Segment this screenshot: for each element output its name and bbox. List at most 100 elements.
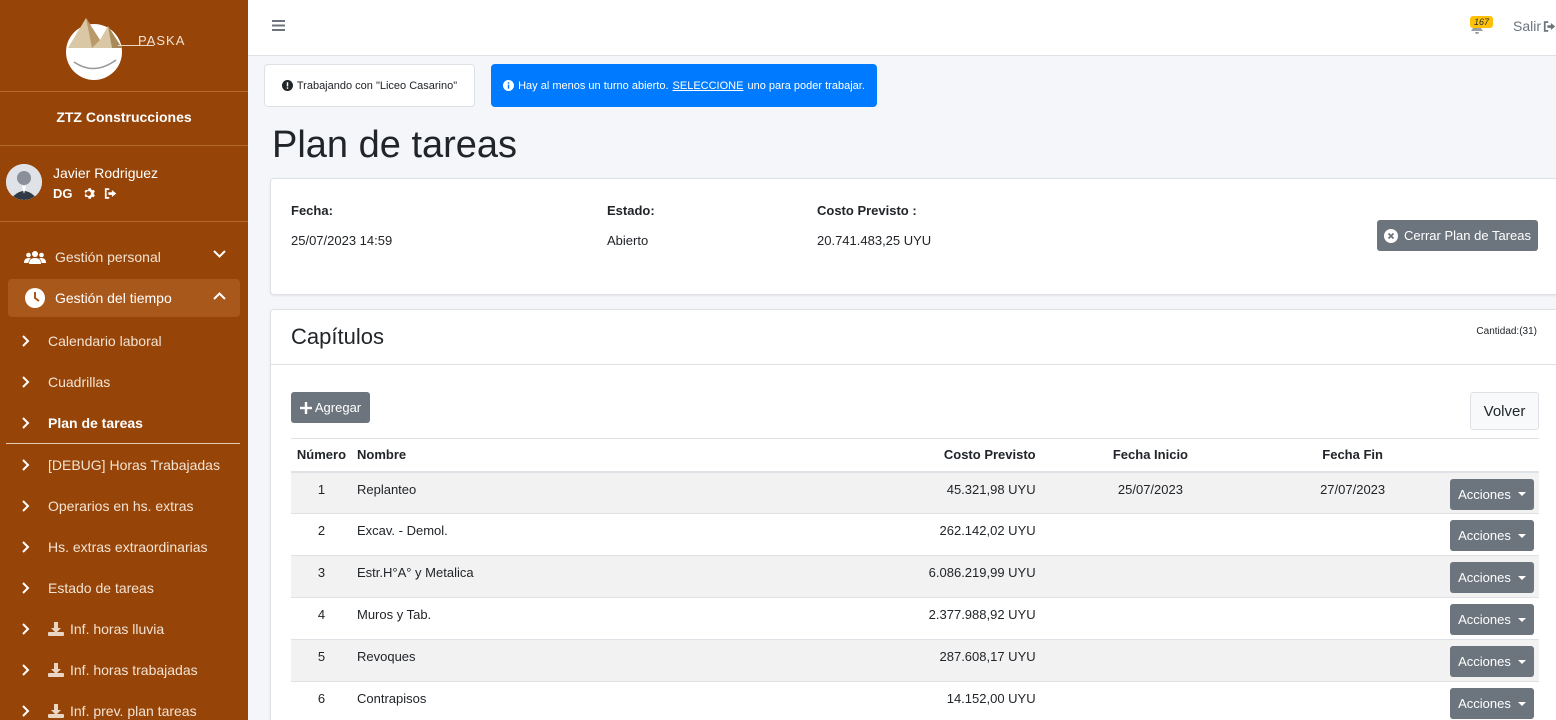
plus-icon [299,401,312,414]
sidebar-subitem-plan-tareas[interactable]: Plan de tareas [0,402,248,443]
sign-out-icon[interactable] [104,187,118,200]
actions-label: Acciones [1458,654,1511,669]
cell-cost: 6.086.219,99 UYU [811,555,1041,598]
caret-down-icon [1517,701,1526,706]
cell-cost: 2.377.988,92 UYU [811,597,1041,640]
gear-icon[interactable] [82,187,95,200]
company-name: ZTZ Construcciones [0,92,248,146]
col-acciones [1445,438,1539,473]
sidebar-subitem-operarios-extras[interactable]: Operarios en hs. extras [0,485,248,526]
col-numero[interactable]: Número [291,438,352,473]
cell-num: 2 [291,513,352,556]
cell-start: 25/07/2023 [1040,471,1261,514]
caret-down-icon [1517,659,1526,664]
users-icon [24,250,46,264]
notification-badge[interactable]: 167 [1470,16,1494,28]
sidebar-subitem-label: Calendario laboral [48,332,162,349]
topbar: 167 Salir [248,0,1556,56]
chevron-right-icon [22,581,34,594]
open-shift-alert: Hay al menos un turno abierto. SELECCION… [491,64,877,107]
fecha-field: Fecha: 25/07/2023 14:59 [291,203,392,248]
cell-cost: 14.152,00 UYU [811,681,1041,720]
sidebar-nav: Gestión personal Gestión del tiempo [0,238,248,317]
cell-name: Contrapisos [351,681,811,720]
col-fecha-inicio[interactable]: Fecha Inicio [1040,438,1261,473]
table-header-row: Número Nombre Costo Previsto Fecha Inici… [291,438,1539,473]
actions-label: Acciones [1458,696,1511,711]
cell-actions: Acciones [1445,681,1539,720]
cell-end [1260,555,1445,598]
actions-dropdown-button[interactable]: Acciones [1450,604,1534,635]
cell-start [1040,513,1261,556]
times-circle-icon [1384,228,1399,243]
brand[interactable]: PASKA [0,0,248,92]
info-circle-icon [503,80,515,91]
table-row: 4 Muros y Tab. 2.377.988,92 UYU Acciones [291,597,1539,640]
estado-label: Estado: [607,203,655,218]
caret-down-icon [1517,575,1526,580]
cell-end [1260,597,1445,640]
close-plan-button[interactable]: Cerrar Plan de Tareas [1377,220,1538,251]
table-row: 1 Replanteo 45.321,98 UYU 25/07/2023 27/… [291,471,1539,514]
costo-field: Costo Previsto : 20.741.483,25 UYU [817,203,931,248]
cell-num: 6 [291,681,352,720]
avatar[interactable] [6,164,42,200]
sidebar-subitem-inf-lluvia[interactable]: Inf. horas lluvia [0,608,248,649]
chapters-count: Cantidad:(31) [1476,326,1537,337]
cell-num: 5 [291,639,352,682]
user-panel: Javier Rodriguez DG [0,146,248,222]
cell-cost: 287.608,17 UYU [811,639,1041,682]
sidebar-subitem-debug-horas[interactable]: [DEBUG] Horas Trabajadas [0,444,248,485]
estado-value: Abierto [607,233,649,248]
sidebar: PASKA ZTZ Construcciones Javier Rodrigue… [0,0,248,720]
menu-toggle-icon[interactable] [272,19,285,32]
logout-link[interactable]: Salir [1513,18,1556,34]
table-row: 5 Revoques 287.608,17 UYU Acciones [291,639,1539,682]
sidebar-subitem-cuadrillas[interactable]: Cuadrillas [0,361,248,402]
user-role: DG [53,186,73,201]
col-nombre[interactable]: Nombre [351,438,811,473]
cell-start [1040,639,1261,682]
cell-num: 1 [291,471,352,514]
working-with-alert: Trabajando con "Liceo Casarino" [264,64,475,107]
sidebar-item-gestion-tiempo[interactable]: Gestión del tiempo [8,279,240,317]
actions-dropdown-button[interactable]: Acciones [1450,562,1534,593]
chevron-right-icon [22,375,34,388]
cell-start [1040,555,1261,598]
chevron-right-icon [22,334,34,347]
sidebar-subitem-inf-trabajadas[interactable]: Inf. horas trabajadas [0,649,248,690]
working-with-text: Trabajando con "Liceo Casarino" [296,79,458,92]
select-shift-link[interactable]: SELECCIONE [673,80,744,92]
sidebar-item-label: Gestión del tiempo [55,290,172,306]
sidebar-subitem-label: Inf. prev. plan tareas [70,702,197,719]
add-chapter-button[interactable]: Agregar [291,392,370,423]
sidebar-subitem-calendario[interactable]: Calendario laboral [0,320,248,361]
chapters-card: Capítulos Cantidad:(31) Agregar Volver N… [270,309,1556,720]
sidebar-subitem-inf-prev[interactable]: Inf. prev. plan tareas [0,690,248,720]
actions-dropdown-button[interactable]: Acciones [1450,646,1534,677]
chevron-right-icon [22,704,34,717]
sidebar-subitem-label: Plan de tareas [48,414,143,431]
sidebar-subitem-hs-extras[interactable]: Hs. extras extraordinarias [0,526,248,567]
sidebar-subitem-estado-tareas[interactable]: Estado de tareas [0,567,248,608]
back-button[interactable]: Volver [1470,392,1539,430]
exclamation-circle-icon [281,80,293,91]
plan-summary-card: Fecha: 25/07/2023 14:59 Estado: Abierto … [270,178,1556,295]
sidebar-subitem-label: Operarios en hs. extras [48,497,194,514]
sidebar-item-label: Gestión personal [55,249,161,265]
col-fecha-fin[interactable]: Fecha Fin [1260,438,1445,473]
estado-field: Estado: Abierto [607,203,655,248]
user-name[interactable]: Javier Rodriguez [53,165,158,181]
fecha-label: Fecha: [291,203,333,218]
col-costo[interactable]: Costo Previsto [811,438,1041,473]
actions-dropdown-button[interactable]: Acciones [1450,520,1534,551]
chevron-right-icon [22,416,34,429]
caret-down-icon [1517,533,1526,538]
download-icon [48,703,64,718]
actions-dropdown-button[interactable]: Acciones [1450,478,1534,510]
chevron-right-icon [22,499,34,512]
page-title: Plan de tareas [272,124,518,166]
actions-dropdown-button[interactable]: Acciones [1450,688,1534,719]
cell-name: Muros y Tab. [351,597,811,640]
sidebar-item-gestion-personal[interactable]: Gestión personal [8,238,240,276]
